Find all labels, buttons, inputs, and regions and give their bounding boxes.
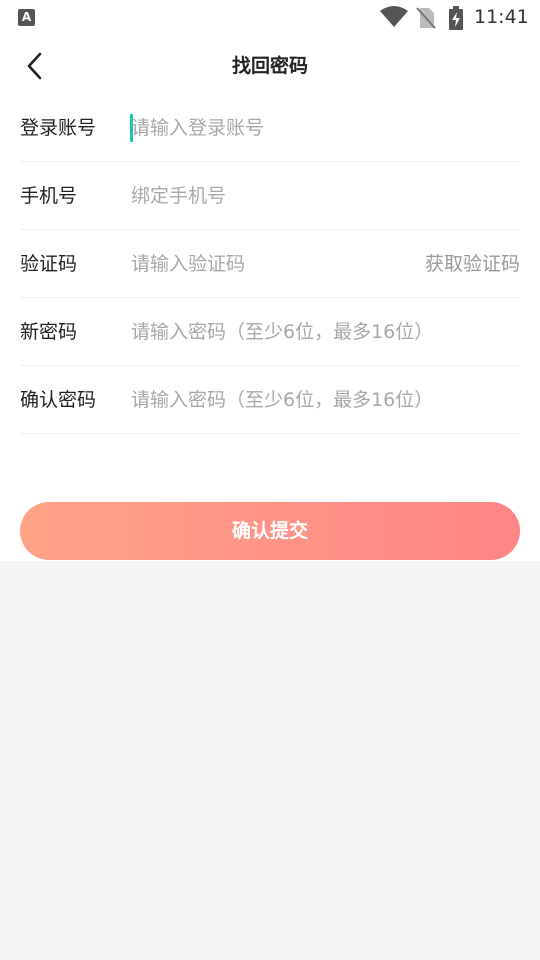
page-title: 找回密码 — [231, 55, 308, 77]
confirm-password-label: 确认密码 — [20, 389, 97, 411]
chevron-left-icon — [27, 52, 42, 80]
confirm-password-row: 确认密码 — [20, 366, 520, 434]
new-password-input[interactable] — [131, 312, 520, 352]
code-label: 验证码 — [20, 253, 78, 275]
new-password-label: 新密码 — [20, 321, 78, 343]
code-row: 验证码 获取验证码 — [20, 230, 520, 298]
status-bar: A 11:41 — [0, 0, 540, 36]
recovery-form: 登录账号 手机号 验证码 获取验证码 新密码 确认密码 — [20, 94, 520, 434]
back-button[interactable] — [14, 46, 54, 86]
code-input[interactable] — [131, 244, 411, 284]
submit-button[interactable]: 确认提交 — [20, 502, 520, 560]
phone-row: 手机号 — [20, 162, 520, 230]
account-input[interactable] — [131, 108, 520, 148]
get-code-button[interactable]: 获取验证码 — [425, 230, 520, 298]
confirm-password-input[interactable] — [131, 380, 520, 420]
new-password-row: 新密码 — [20, 298, 520, 366]
a-app-icon: A — [18, 9, 35, 26]
no-sim-icon — [416, 7, 436, 29]
account-row: 登录账号 — [20, 94, 520, 162]
status-time: 11:41 — [474, 6, 529, 28]
account-label: 登录账号 — [20, 117, 97, 139]
battery-charging-icon — [449, 6, 463, 30]
phone-input[interactable] — [131, 176, 520, 216]
wifi-icon — [380, 6, 408, 27]
phone-label: 手机号 — [20, 185, 78, 207]
header: 找回密码 — [0, 40, 540, 92]
